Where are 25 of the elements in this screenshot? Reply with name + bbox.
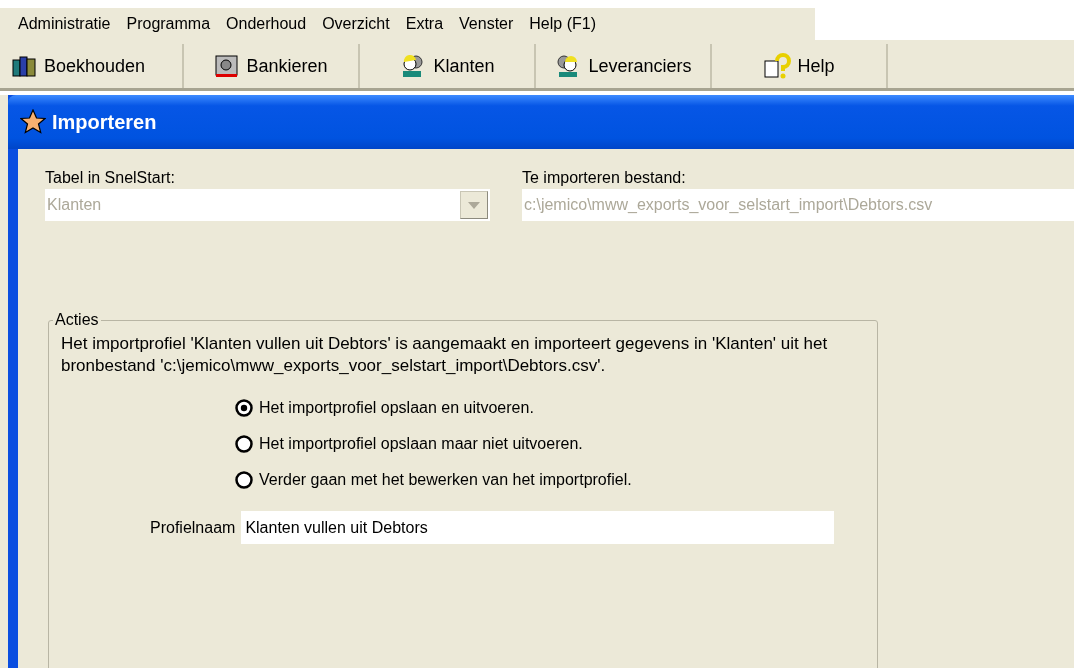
menu-item[interactable]: Programma xyxy=(118,15,219,33)
books-icon xyxy=(12,54,38,78)
menu-item[interactable]: Administratie xyxy=(10,15,119,33)
menu-item[interactable]: Extra xyxy=(397,15,452,33)
safe-icon xyxy=(214,54,241,78)
radio-option[interactable]: Het importprofiel opslaan maar niet uitvoeren. xyxy=(235,435,865,453)
radio-button[interactable] xyxy=(235,471,253,489)
radio-option[interactable]: Het importprofiel opslaan en uitvoeren. xyxy=(235,399,865,417)
description-text: Het importprofiel 'Klanten vullen uit Debtors' is aangemaakt en importeert gegevens in 'Klanten' uit het bronbestand 'c:\jemico\mww_exports_voor_selstart_import\Debtors.csv'. xyxy=(61,333,829,377)
menu-item[interactable]: Overzicht xyxy=(314,15,398,33)
radio-button[interactable] xyxy=(235,435,253,453)
field-label: Te importeren bestand: xyxy=(522,169,687,187)
profile-name-field[interactable]: Klanten vullen uit Debtors xyxy=(241,511,835,544)
group-legend: Acties xyxy=(53,311,101,329)
menu-item[interactable]: Help (F1) xyxy=(521,15,604,33)
dropdown-arrow-icon xyxy=(468,201,480,209)
help-icon xyxy=(763,53,792,79)
radio-option[interactable]: Verder gaan met het bewerken van het importprofiel. xyxy=(235,471,865,489)
dialog-title: Importeren xyxy=(52,110,157,134)
radio-button[interactable] xyxy=(235,399,253,417)
menu-item[interactable]: Venster xyxy=(451,15,522,33)
star-icon xyxy=(20,109,46,135)
profile-label: Profielnaam xyxy=(150,518,236,537)
field-label: Tabel in SnelStart: xyxy=(45,169,176,187)
menu-item[interactable]: Onderhoud xyxy=(218,15,315,33)
